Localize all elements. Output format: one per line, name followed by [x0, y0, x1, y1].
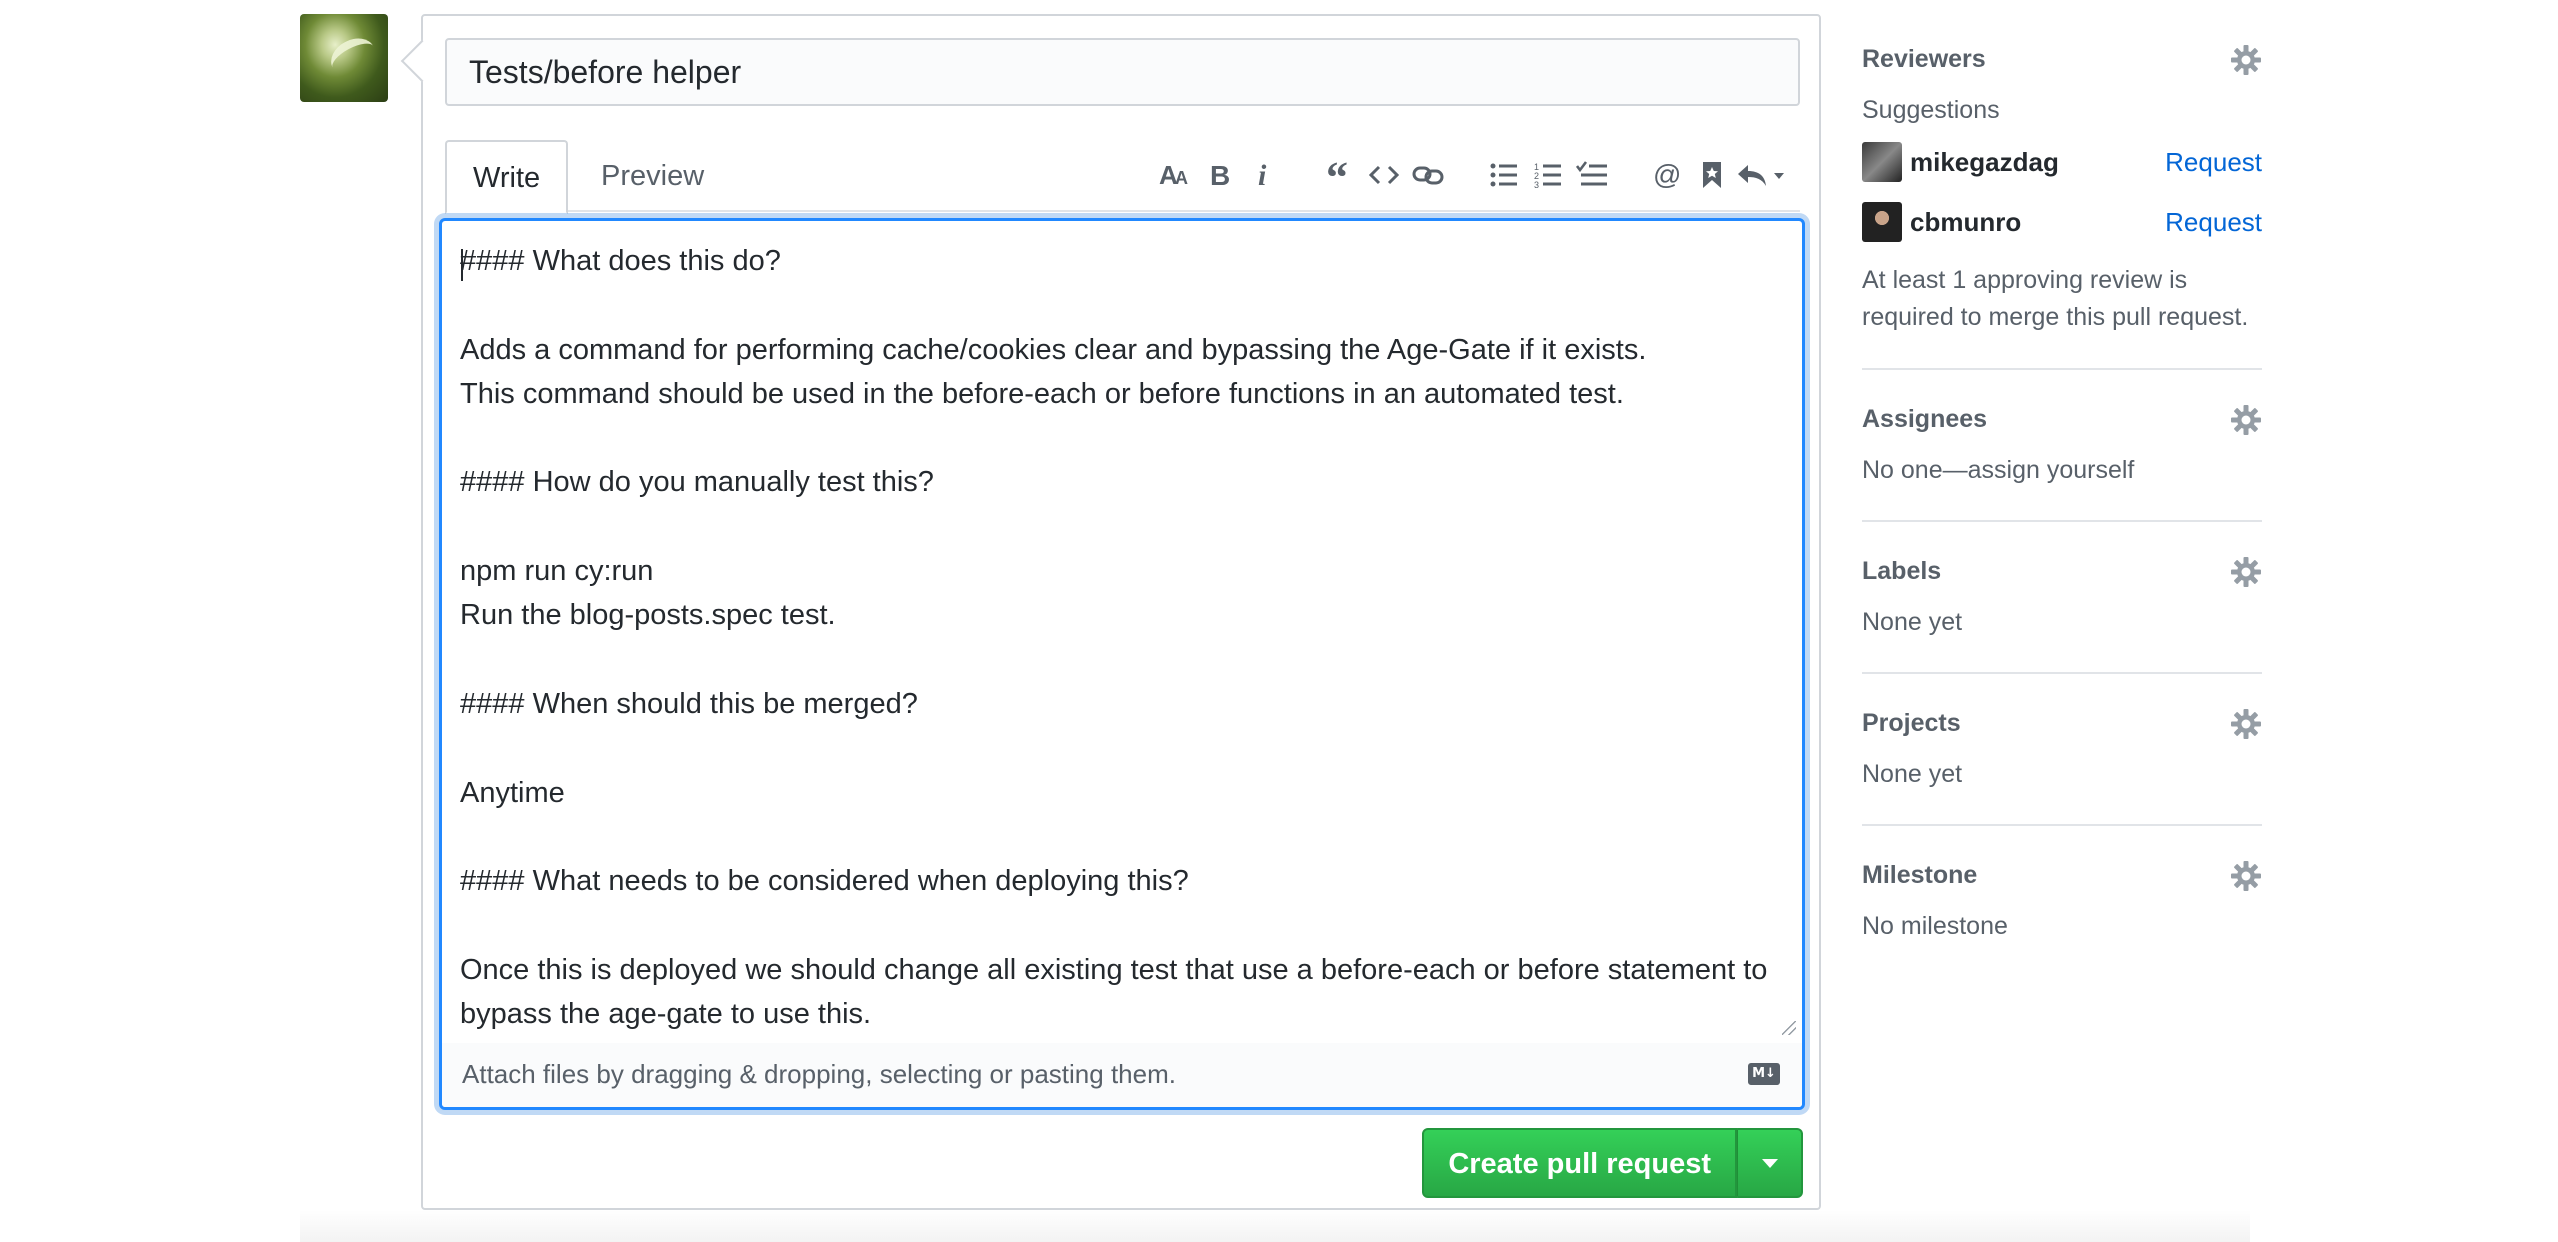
submit-group: Create pull request: [1422, 1128, 1803, 1198]
body-textarea[interactable]: #### What does this do? Adds a command f…: [442, 221, 1802, 1046]
reviewer-name: mikegazdag: [1910, 146, 2059, 177]
text-caret: [461, 249, 463, 281]
title-input[interactable]: [445, 38, 1800, 106]
text-size-icon[interactable]: AA: [1154, 152, 1198, 198]
request-review-link[interactable]: Request: [2165, 147, 2262, 178]
svg-text:A: A: [1175, 168, 1188, 188]
create-pull-request-button[interactable]: Create pull request: [1422, 1128, 1737, 1198]
body-line: Once this is deployed we should change a…: [460, 953, 1768, 986]
reviewers-gear-icon[interactable]: [2230, 44, 2262, 76]
body-line: #### How do you manually test this?: [460, 466, 934, 499]
sidebar: Reviewers Suggestions mikegazdag Request…: [1862, 30, 2262, 996]
pull-request-composer: Write Preview AA B i “: [421, 14, 1821, 1210]
assignees-section: Assignees No one—assign yourself: [1862, 390, 2262, 522]
projects-heading: Projects: [1862, 709, 1961, 737]
svg-text:B: B: [1210, 160, 1230, 190]
assignees-heading: Assignees: [1862, 405, 1988, 433]
body-line: [460, 903, 1784, 947]
milestone-section: Milestone No milestone: [1862, 846, 2262, 976]
milestone-gear-icon[interactable]: [2230, 860, 2262, 892]
body-line: bypass the age-gate to use this.: [460, 998, 872, 1031]
body-line: [460, 505, 1784, 549]
body-line: [460, 283, 1784, 327]
resize-handle[interactable]: [1782, 1021, 1796, 1035]
milestone-value: No milestone: [1862, 912, 2008, 940]
body-line: #### What does this do?: [460, 245, 781, 277]
reviewers-section: Reviewers Suggestions mikegazdag Request…: [1862, 30, 2262, 370]
body-line: Anytime: [460, 776, 565, 809]
attach-files-text: Attach files by dragging & dropping, sel…: [462, 1059, 1176, 1089]
svg-text:“: “: [1326, 162, 1348, 188]
milestone-heading: Milestone: [1862, 861, 1978, 889]
insert-group: “: [1318, 152, 1450, 198]
body-line: [460, 815, 1784, 859]
assignees-gear-icon[interactable]: [2230, 404, 2262, 436]
reviewer-suggestion: mikegazdag Request: [1862, 132, 2262, 192]
bold-icon[interactable]: B: [1198, 152, 1242, 198]
numbered-list-icon[interactable]: 123: [1526, 152, 1570, 198]
italic-icon[interactable]: i: [1242, 152, 1286, 198]
bulleted-list-icon[interactable]: [1482, 152, 1526, 198]
suggestions-label: Suggestions: [1862, 96, 2000, 124]
comment-editor: #### What does this do? Adds a command f…: [439, 218, 1805, 1110]
labels-gear-icon[interactable]: [2230, 556, 2262, 588]
body-line: [460, 638, 1784, 682]
body-line: Run the blog-posts.spec test.: [460, 599, 836, 632]
caret-down-icon: [1761, 1158, 1778, 1168]
text-format-group: AA B i: [1154, 152, 1286, 198]
body-line: Adds a command for performing cache/cook…: [460, 333, 1647, 366]
labels-section: Labels None yet: [1862, 542, 2262, 674]
extras-group: @: [1646, 152, 1794, 198]
editor-tabs: Write Preview AA B i “ 1 2 3 @: [445, 124, 1800, 214]
attach-files-zone[interactable]: Attach files by dragging & dropping, sel…: [442, 1043, 1802, 1107]
saved-reply-icon[interactable]: [1690, 152, 1734, 198]
create-options-dropdown[interactable]: [1737, 1128, 1803, 1198]
review-requirement-note: At least 1 approving review is required …: [1862, 266, 2249, 331]
body-line: npm run cy:run: [460, 555, 654, 588]
projects-section: Projects None yet: [1862, 694, 2262, 826]
quote-icon[interactable]: “: [1318, 152, 1362, 198]
labels-heading: Labels: [1862, 557, 1942, 585]
reviewers-heading: Reviewers: [1862, 45, 1986, 73]
mention-icon[interactable]: @: [1646, 152, 1690, 198]
body-line: This command should be used in the befor…: [460, 377, 1624, 410]
list-group: 123: [1482, 152, 1614, 198]
markdown-icon[interactable]: M↓: [1748, 1063, 1780, 1085]
reviewer-name: cbmunro: [1910, 206, 2022, 237]
task-list-icon[interactable]: [1570, 152, 1614, 198]
author-avatar: [300, 14, 388, 102]
avatar: [1862, 202, 1902, 242]
labels-value: None yet: [1862, 608, 1963, 636]
tab-write[interactable]: Write: [445, 140, 569, 214]
markdown-toolbar: AA B i “ 1 2 3 @: [1122, 150, 1794, 200]
svg-text:i: i: [1258, 160, 1267, 190]
reviewer-suggestion: cbmunro Request: [1862, 192, 2262, 252]
page-footer-shadow: [300, 1210, 2250, 1242]
body-line: #### When should this be merged?: [460, 687, 918, 720]
projects-value: None yet: [1862, 760, 1963, 788]
body-line: [460, 416, 1784, 460]
link-icon[interactable]: [1406, 152, 1450, 198]
svg-text:3: 3: [1534, 180, 1539, 189]
projects-gear-icon[interactable]: [2230, 708, 2262, 740]
svg-text:@: @: [1653, 160, 1681, 190]
body-line: [460, 726, 1784, 770]
body-line: #### What needs to be considered when de…: [460, 865, 1189, 898]
assign-yourself-link[interactable]: No one—assign yourself: [1862, 452, 2262, 488]
avatar: [1862, 142, 1902, 182]
request-review-link[interactable]: Request: [2165, 207, 2262, 238]
reply-dropdown-icon[interactable]: [1734, 152, 1794, 198]
code-icon[interactable]: [1362, 152, 1406, 198]
tab-preview[interactable]: Preview: [575, 140, 730, 214]
